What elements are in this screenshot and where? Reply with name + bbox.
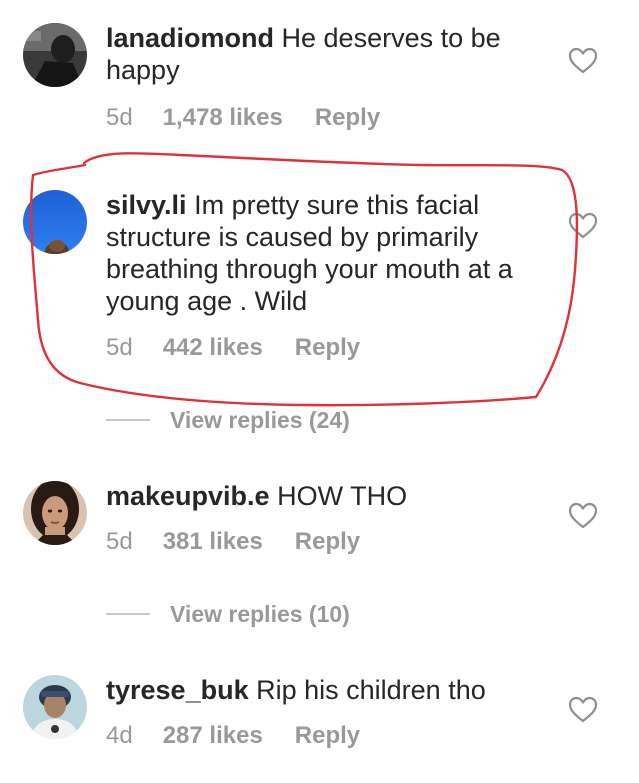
comment-meta: 5d 1,478 likes Reply <box>106 104 380 132</box>
view-replies-button[interactable]: View replies (10) <box>106 599 350 629</box>
view-replies-label: View replies (10) <box>170 600 350 627</box>
comment-likes[interactable]: 381 likes <box>163 528 263 556</box>
comment-text: lanadiomond He deserves to be happy <box>106 22 556 86</box>
comment-text: silvy.li Im pretty sure this facial stru… <box>106 189 546 317</box>
comment-text: tyrese_buk Rip his children tho <box>106 674 556 706</box>
avatar[interactable] <box>23 190 87 254</box>
comment-time: 5d <box>106 334 133 361</box>
comment-likes[interactable]: 287 likes <box>163 722 263 750</box>
comment-username[interactable]: lanadiomond <box>106 23 274 53</box>
comment-body: Rip his children tho <box>256 675 486 705</box>
reply-button[interactable]: Reply <box>295 528 360 556</box>
view-replies-divider <box>106 419 150 421</box>
comment-time: 5d <box>106 104 133 131</box>
comment-username[interactable]: silvy.li <box>106 190 187 220</box>
heart-icon[interactable] <box>568 502 598 530</box>
comment-likes[interactable]: 1,478 likes <box>163 104 283 132</box>
reply-button[interactable]: Reply <box>295 334 360 362</box>
view-replies-divider <box>106 613 150 615</box>
comment-meta: 5d 442 likes Reply <box>106 334 360 362</box>
avatar[interactable] <box>23 675 87 739</box>
comment-text: makeupvib.e HOW THO <box>106 480 556 512</box>
comment-time: 5d <box>106 528 133 555</box>
view-replies-button[interactable]: View replies (24) <box>106 405 350 435</box>
heart-icon[interactable] <box>568 696 598 724</box>
comment-username[interactable]: makeupvib.e <box>106 481 270 511</box>
comment-username[interactable]: tyrese_buk <box>106 675 249 705</box>
heart-icon[interactable] <box>568 47 598 75</box>
reply-button[interactable]: Reply <box>295 722 360 750</box>
view-replies-label: View replies (24) <box>170 406 350 433</box>
comment-meta: 5d 381 likes Reply <box>106 528 360 556</box>
heart-icon[interactable] <box>568 212 598 240</box>
comment-meta: 4d 287 likes Reply <box>106 722 360 750</box>
avatar[interactable] <box>23 23 87 87</box>
avatar[interactable] <box>23 481 87 545</box>
reply-button[interactable]: Reply <box>315 104 380 132</box>
comment-body: HOW THO <box>277 481 408 511</box>
comment-likes[interactable]: 442 likes <box>163 334 263 362</box>
comment-time: 4d <box>106 722 133 749</box>
